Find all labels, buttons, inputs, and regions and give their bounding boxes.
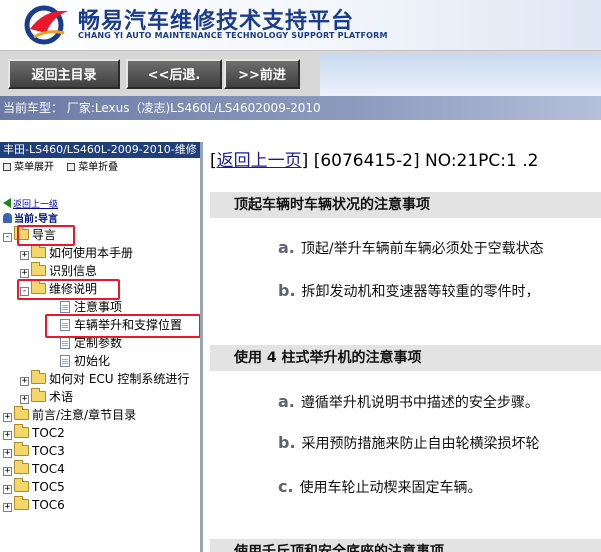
forward-button[interactable]: >>前进 <box>224 59 300 89</box>
toolbar-decoration <box>320 54 601 96</box>
tree-item-label: 定制参数 <box>74 336 123 350</box>
item-text: 采用预防措施来防止自由轮横梁损坏轮 <box>301 436 540 452</box>
expand-toggle-icon[interactable]: + <box>3 449 12 458</box>
platform-subtitle: CHANG YI AUTO MAINTENANCE TECHNOLOGY SUP… <box>78 31 388 40</box>
tree-item-foreword[interactable]: + 前言/注意/章节目录 <box>3 406 136 424</box>
collapse-toggle-icon[interactable]: - <box>3 233 12 242</box>
changyi-logo-icon <box>24 5 68 45</box>
tree-item-toc5[interactable]: + TOC5 <box>3 478 65 496</box>
highlight-box <box>17 279 120 300</box>
expand-toggle-icon[interactable]: + <box>20 395 29 404</box>
expand-toggle-icon[interactable]: + <box>3 467 12 476</box>
expand-toggle-icon[interactable]: + <box>3 485 12 494</box>
section-heading: 使用 4 柱式举升机的注意事项 <box>210 345 601 371</box>
list-item: a. 遵循举升机说明书中描述的安全步骤。 <box>278 392 539 412</box>
tree-item-label: 初始化 <box>74 354 111 368</box>
expand-menu-label: 菜单展开 <box>14 162 54 173</box>
tree-item-label: TOC6 <box>32 498 65 512</box>
section-heading: 使用千斤顶和安全底座的注意事项 <box>210 539 601 552</box>
item-text: 顶起/举升车辆前车辆必须处于空载状态 <box>300 241 544 257</box>
section-heading: 顶起车辆时车辆状况的注意事项 <box>210 192 601 218</box>
highlight-box <box>17 225 75 246</box>
tree-item-label: 如何对 ECU 控制系统进行 <box>49 372 190 386</box>
expand-toggle-icon[interactable]: + <box>20 251 29 260</box>
list-item: a. 顶起/举升车辆前车辆必须处于空载状态 <box>278 238 544 258</box>
collapse-menu-label: 菜单折叠 <box>78 162 119 173</box>
expand-toggle-icon[interactable]: + <box>3 431 12 440</box>
home-button[interactable]: 返回主目录 <box>8 59 120 89</box>
tree-item-toc3[interactable]: + TOC3 <box>3 442 65 460</box>
item-letter: b. <box>278 433 296 452</box>
menu-icon <box>67 163 76 171</box>
nav-title: 丰田-LS460/LS460L-2009-2010-维修 <box>0 142 200 158</box>
folder-icon <box>31 262 46 276</box>
folder-icon <box>31 244 46 258</box>
folder-icon <box>31 370 46 384</box>
document-id: [6076415-2] NO:21PC:1 .2 <box>313 151 539 171</box>
tree-item-toc2[interactable]: + TOC2 <box>3 424 65 442</box>
folder-icon <box>14 406 29 420</box>
tree-item-terminology[interactable]: + 术语 <box>20 388 73 406</box>
page: 畅易汽车维修技术支持平台 CHANG YI AUTO MAINTENANCE T… <box>0 0 601 552</box>
tree-item-identification[interactable]: + 识别信息 <box>20 262 97 280</box>
expand-toggle-icon[interactable]: + <box>20 377 29 386</box>
collapse-menu-button[interactable]: 菜单折叠 <box>67 158 118 178</box>
folder-icon <box>14 460 29 474</box>
tree-item-initialization[interactable]: 初始化 <box>60 352 110 370</box>
document-icon <box>60 337 70 349</box>
current-model-bar: 当前车型： 厂家:Lexus（凌志)LS460L/LS4602009-2010 <box>0 96 601 120</box>
back-arrow-icon <box>3 198 11 208</box>
folder-icon <box>14 496 29 510</box>
tree-item-label: 识别信息 <box>49 264 98 278</box>
navigation-pane: 丰田-LS460/LS460L-2009-2010-维修 菜单展开 菜单折叠 返… <box>0 142 203 552</box>
menu-toggle-row: 菜单展开 菜单折叠 <box>0 158 200 178</box>
document-icon <box>60 301 70 313</box>
expand-toggle-icon[interactable]: + <box>3 503 12 512</box>
item-text: 使用车轮止动楔来固定车辆。 <box>299 480 482 496</box>
document-header: [返回上一页] [6076415-2] NO:21PC:1 .2 <box>210 151 539 171</box>
highlight-box <box>45 314 200 338</box>
tree-item-toc6[interactable]: + TOC6 <box>3 496 65 514</box>
header: 畅易汽车维修技术支持平台 CHANG YI AUTO MAINTENANCE T… <box>0 0 601 50</box>
item-text: 拆卸发动机和变速器等较重的零件时， <box>301 284 540 300</box>
expand-toggle-icon[interactable]: + <box>20 269 29 278</box>
tree-item-label: TOC4 <box>32 462 65 476</box>
content-pane: [返回上一页] [6076415-2] NO:21PC:1 .2 顶起车辆时车辆… <box>206 142 601 552</box>
menu-icon <box>3 163 11 171</box>
folder-icon <box>14 424 29 438</box>
tree-item-label: 前言/注意/章节目录 <box>32 408 137 422</box>
tree-item-label: 如何使用本手册 <box>49 246 134 260</box>
list-item: c. 使用车轮止动楔来固定车辆。 <box>278 477 482 497</box>
tree-item-label: TOC2 <box>32 426 65 440</box>
tree-item-ecu-control[interactable]: + 如何对 ECU 控制系统进行 <box>20 370 189 388</box>
folder-icon <box>31 388 46 402</box>
item-letter: a. <box>278 392 295 411</box>
folder-icon <box>14 478 29 492</box>
tree-item-toc4[interactable]: + TOC4 <box>3 460 65 478</box>
spacer <box>0 120 601 142</box>
item-letter: b. <box>278 281 296 300</box>
tree-item-label: 注意事项 <box>74 300 123 314</box>
back-button[interactable]: <<后退. <box>126 59 222 89</box>
expand-toggle-icon[interactable]: + <box>3 413 12 422</box>
list-item: b. 拆卸发动机和变速器等较重的零件时， <box>278 281 540 301</box>
document-icon <box>60 355 70 367</box>
tree-item-label: 术语 <box>49 390 74 404</box>
tree-item-label: TOC3 <box>32 444 65 458</box>
folder-icon <box>14 442 29 456</box>
item-letter: c. <box>278 477 294 496</box>
tree-item-label: TOC5 <box>32 480 65 494</box>
current-node-label: 当前:导言 <box>14 214 58 225</box>
tree-item-how-to-use[interactable]: + 如何使用本手册 <box>20 244 133 262</box>
back-to-previous-link[interactable]: 返回上一页 <box>217 151 302 171</box>
current-location-icon <box>3 213 12 223</box>
item-letter: a. <box>278 238 295 257</box>
list-item: b. 采用预防措施来防止自由轮横梁损坏轮 <box>278 433 540 453</box>
item-text: 遵循举升机说明书中描述的安全步骤。 <box>300 395 539 411</box>
expand-menu-button[interactable]: 菜单展开 <box>3 158 54 178</box>
